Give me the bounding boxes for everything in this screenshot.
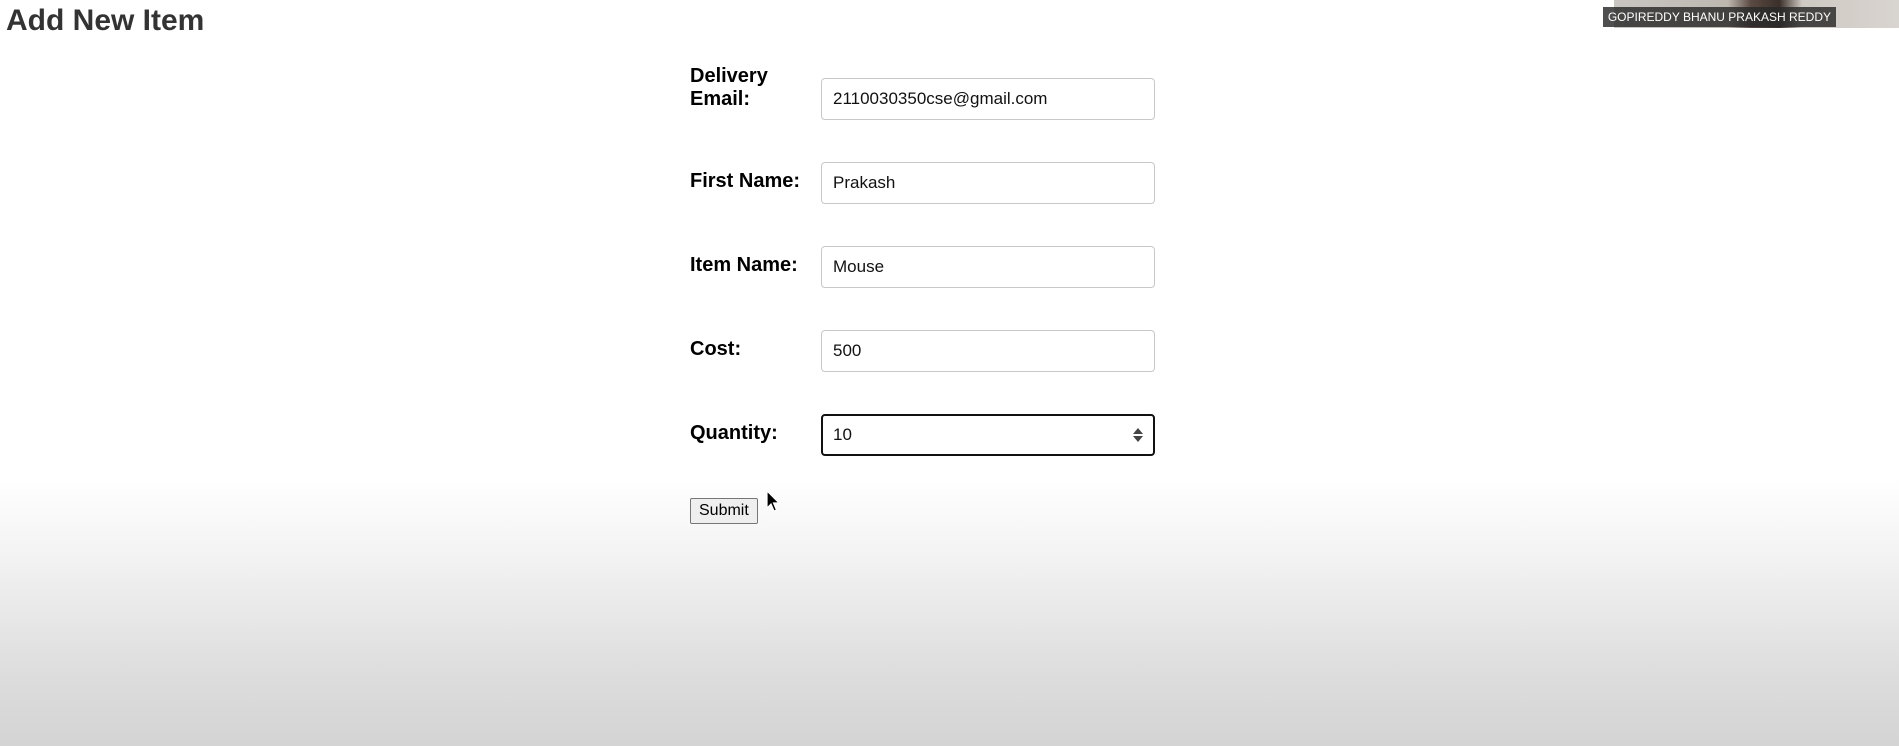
first-name-field[interactable]: [821, 162, 1155, 204]
number-spinner-icon[interactable]: [1133, 427, 1143, 443]
first-name-label: First Name:: [690, 170, 801, 192]
delivery-email-field[interactable]: [821, 78, 1155, 120]
delivery-email-label: Delivery Email:: [690, 65, 768, 110]
quantity-field-wrapper: [821, 414, 1155, 456]
form-row-delivery-email: Delivery Email:: [690, 62, 1160, 146]
form-row-item-name: Item Name:: [690, 230, 1160, 314]
spinner-down-icon[interactable]: [1133, 436, 1143, 442]
form-row-quantity: Quantity:: [690, 398, 1160, 482]
form-row-cost: Cost:: [690, 314, 1160, 398]
cost-label: Cost:: [690, 338, 742, 360]
item-name-field[interactable]: [821, 246, 1155, 288]
quantity-stepper[interactable]: [821, 414, 1155, 456]
cost-field[interactable]: [821, 330, 1155, 372]
add-item-form: Delivery Email: First Name: Item Name: C…: [690, 62, 1160, 482]
participant-video-tile: GOPIREDDY BHANU PRAKASH REDDY: [1602, 0, 1899, 28]
spinner-up-icon[interactable]: [1133, 428, 1143, 434]
quantity-label: Quantity:: [690, 422, 778, 444]
form-row-first-name: First Name:: [690, 146, 1160, 230]
mouse-pointer-icon: [766, 490, 781, 512]
item-name-label: Item Name:: [690, 254, 798, 276]
submit-button[interactable]: Submit: [690, 498, 758, 524]
page-title: Add New Item: [6, 4, 205, 37]
participant-name-label: GOPIREDDY BHANU PRAKASH REDDY: [1602, 7, 1836, 27]
